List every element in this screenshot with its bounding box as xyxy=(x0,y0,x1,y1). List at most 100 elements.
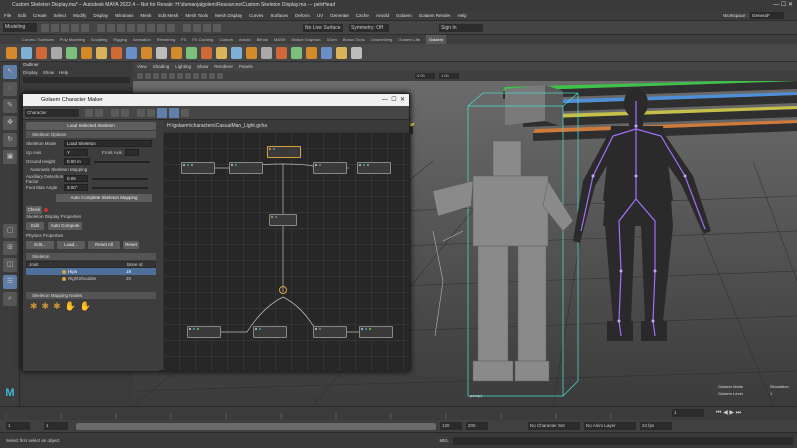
lasso-tool-icon[interactable]: ◌ xyxy=(3,82,17,96)
shelf-tab-fx-caching[interactable]: FX Caching xyxy=(192,35,213,44)
aux-factor-slider[interactable] xyxy=(92,177,148,180)
menu-edit[interactable]: Edit xyxy=(18,11,26,21)
layout-icon[interactable] xyxy=(137,108,145,117)
save-scene-icon[interactable] xyxy=(61,23,69,32)
golaem-cache-icon[interactable] xyxy=(171,46,182,59)
exposure-field[interactable]: 0.00 xyxy=(415,73,435,79)
snap-surface-icon[interactable] xyxy=(167,23,175,32)
shelf-tab-sculpting[interactable]: Sculpting xyxy=(91,35,107,44)
menu-mesh-display[interactable]: Mesh Display xyxy=(215,11,242,21)
auto-compute-button[interactable]: Auto Compute xyxy=(48,222,82,230)
vp-menu-lighting[interactable]: Lighting xyxy=(175,62,191,71)
window-controls[interactable]: — ☐ ✕ xyxy=(773,0,793,11)
menu-golaem-render[interactable]: Golaem Render xyxy=(419,11,451,21)
outliner-menu-show[interactable]: Show xyxy=(43,70,54,75)
shelf-tab-arnold[interactable]: Arnold xyxy=(239,35,251,44)
undo-icon[interactable] xyxy=(111,108,119,117)
golaem-sim-icon[interactable] xyxy=(156,46,167,59)
shelf-tab-custom[interactable]: Custom xyxy=(219,35,233,44)
menu-golaem[interactable]: Golaem xyxy=(396,11,412,21)
shadows-icon[interactable] xyxy=(209,73,215,79)
vp-menu-show[interactable]: Show xyxy=(197,62,208,71)
textured-icon[interactable] xyxy=(193,73,199,79)
physics-load-button[interactable]: Load... xyxy=(57,241,85,249)
select-object-icon[interactable] xyxy=(107,23,115,32)
col-bone-id[interactable]: Bone Id xyxy=(127,262,143,267)
shelf-tab-bifrost[interactable]: Bifrost xyxy=(257,35,268,44)
graph-node-right-foot[interactable] xyxy=(313,326,347,338)
film-gate-icon[interactable] xyxy=(169,73,175,79)
shelf-tab-rendering[interactable]: Rendering xyxy=(157,35,175,44)
mapping-graph[interactable] xyxy=(163,132,409,371)
character-select[interactable]: Character xyxy=(25,108,79,117)
snap-point-icon[interactable] xyxy=(147,23,155,32)
golaem-character-icon[interactable] xyxy=(6,46,17,59)
mapping-nodes-header[interactable]: Skeleton Mapping Nodes xyxy=(26,292,156,299)
wireframe-icon[interactable] xyxy=(177,73,183,79)
workspace-select[interactable]: General* xyxy=(750,12,784,19)
open-scene-icon[interactable] xyxy=(51,23,59,32)
grid-toggle-icon[interactable] xyxy=(161,73,167,79)
playback-controls[interactable]: ⏮ ◀ ▶ ⏭ xyxy=(716,409,741,417)
reset-all-button[interactable]: Reset All xyxy=(88,241,120,249)
golaem-fx-icon[interactable] xyxy=(201,46,212,59)
reset-button[interactable]: Reset xyxy=(123,241,139,249)
range-end-field[interactable]: 200 xyxy=(466,422,488,430)
anim-layer-select[interactable]: No Anim Layer xyxy=(584,422,636,430)
mode-select[interactable]: Modeling xyxy=(3,23,37,32)
paint-select-icon[interactable]: ✎ xyxy=(3,99,17,113)
graph-node-hips-icon[interactable] xyxy=(279,286,287,294)
node-foot-icon[interactable]: ✋ xyxy=(80,301,91,312)
skeleton-options-header[interactable]: Skeleton Options xyxy=(26,131,156,138)
table-row[interactable]: RightShoulder 20 xyxy=(26,275,156,282)
graph-node-right-shoulder[interactable] xyxy=(313,162,347,174)
shelf-tab-bonus-tools[interactable]: Bonus Tools xyxy=(343,35,365,44)
golaem-terrain-icon[interactable] xyxy=(21,46,32,59)
lights-icon[interactable] xyxy=(201,73,207,79)
node-leg-icon[interactable]: ✱ xyxy=(53,301,61,312)
frame-all-icon[interactable] xyxy=(147,108,155,117)
menu-mesh[interactable]: Mesh xyxy=(140,11,151,21)
menu-uv[interactable]: UV xyxy=(317,11,323,21)
select-component-icon[interactable] xyxy=(117,23,125,32)
image-plane-icon[interactable] xyxy=(153,73,159,79)
symmetry-field[interactable]: Symmetry: Off xyxy=(349,23,389,32)
command-line-input[interactable] xyxy=(452,436,793,445)
four-pane-icon[interactable]: ⊞ xyxy=(3,241,17,255)
front-axis-select[interactable] xyxy=(125,149,140,156)
shelf-tab-mash[interactable]: MASH xyxy=(274,35,286,44)
edit-display-button[interactable]: Edit xyxy=(26,222,44,230)
outliner-menu-display[interactable]: Display xyxy=(23,70,38,75)
menu-windows[interactable]: Windows xyxy=(115,11,133,21)
foot-angle-field[interactable]: 3.00° xyxy=(64,184,88,191)
aux-factor-field[interactable]: 0.05 xyxy=(64,175,88,182)
shelf-tab-fx[interactable]: FX xyxy=(181,35,186,44)
skeleton-mode-select[interactable]: Load Skeleton xyxy=(64,140,152,147)
character-maker-window-controls[interactable]: — ☐ ✕ xyxy=(382,94,405,106)
shelf-tab-golaem[interactable]: Golaem xyxy=(425,35,446,44)
render-icon[interactable] xyxy=(183,23,191,32)
redo-icon[interactable] xyxy=(81,23,89,32)
golaem-population-icon[interactable] xyxy=(36,46,47,59)
golaem-navigation-icon[interactable] xyxy=(66,46,77,59)
check-button[interactable]: Check xyxy=(26,205,42,214)
menu-generate[interactable]: Generate xyxy=(330,11,349,21)
graph-node-root[interactable] xyxy=(267,146,301,158)
current-frame-field[interactable]: 1 xyxy=(672,409,704,417)
ground-height-slider[interactable] xyxy=(94,160,150,163)
foot-angle-slider[interactable] xyxy=(92,186,148,189)
shelf-tab-motion-graphics[interactable]: Motion Graphics xyxy=(292,35,321,44)
up-axis-select[interactable]: Y xyxy=(64,149,88,156)
camera-attr-icon[interactable] xyxy=(137,73,143,79)
live-surface-field[interactable]: No Live Surface xyxy=(303,23,343,32)
auto-complete-button[interactable]: Auto Complete Skeleton Mapping xyxy=(56,194,152,202)
skeleton-header[interactable]: Skeleton xyxy=(26,253,156,260)
golaem-vector-icon[interactable] xyxy=(231,46,242,59)
golaem-motion-icon[interactable] xyxy=(96,46,107,59)
shelf-tab-poly[interactable]: Poly Modeling xyxy=(60,35,85,44)
graph-node-right-leg[interactable] xyxy=(359,326,393,338)
golaem-layout-icon[interactable] xyxy=(141,46,152,59)
menu-file[interactable]: File xyxy=(4,11,11,21)
xray-icon[interactable] xyxy=(217,73,223,79)
menu-surfaces[interactable]: Surfaces xyxy=(270,11,288,21)
